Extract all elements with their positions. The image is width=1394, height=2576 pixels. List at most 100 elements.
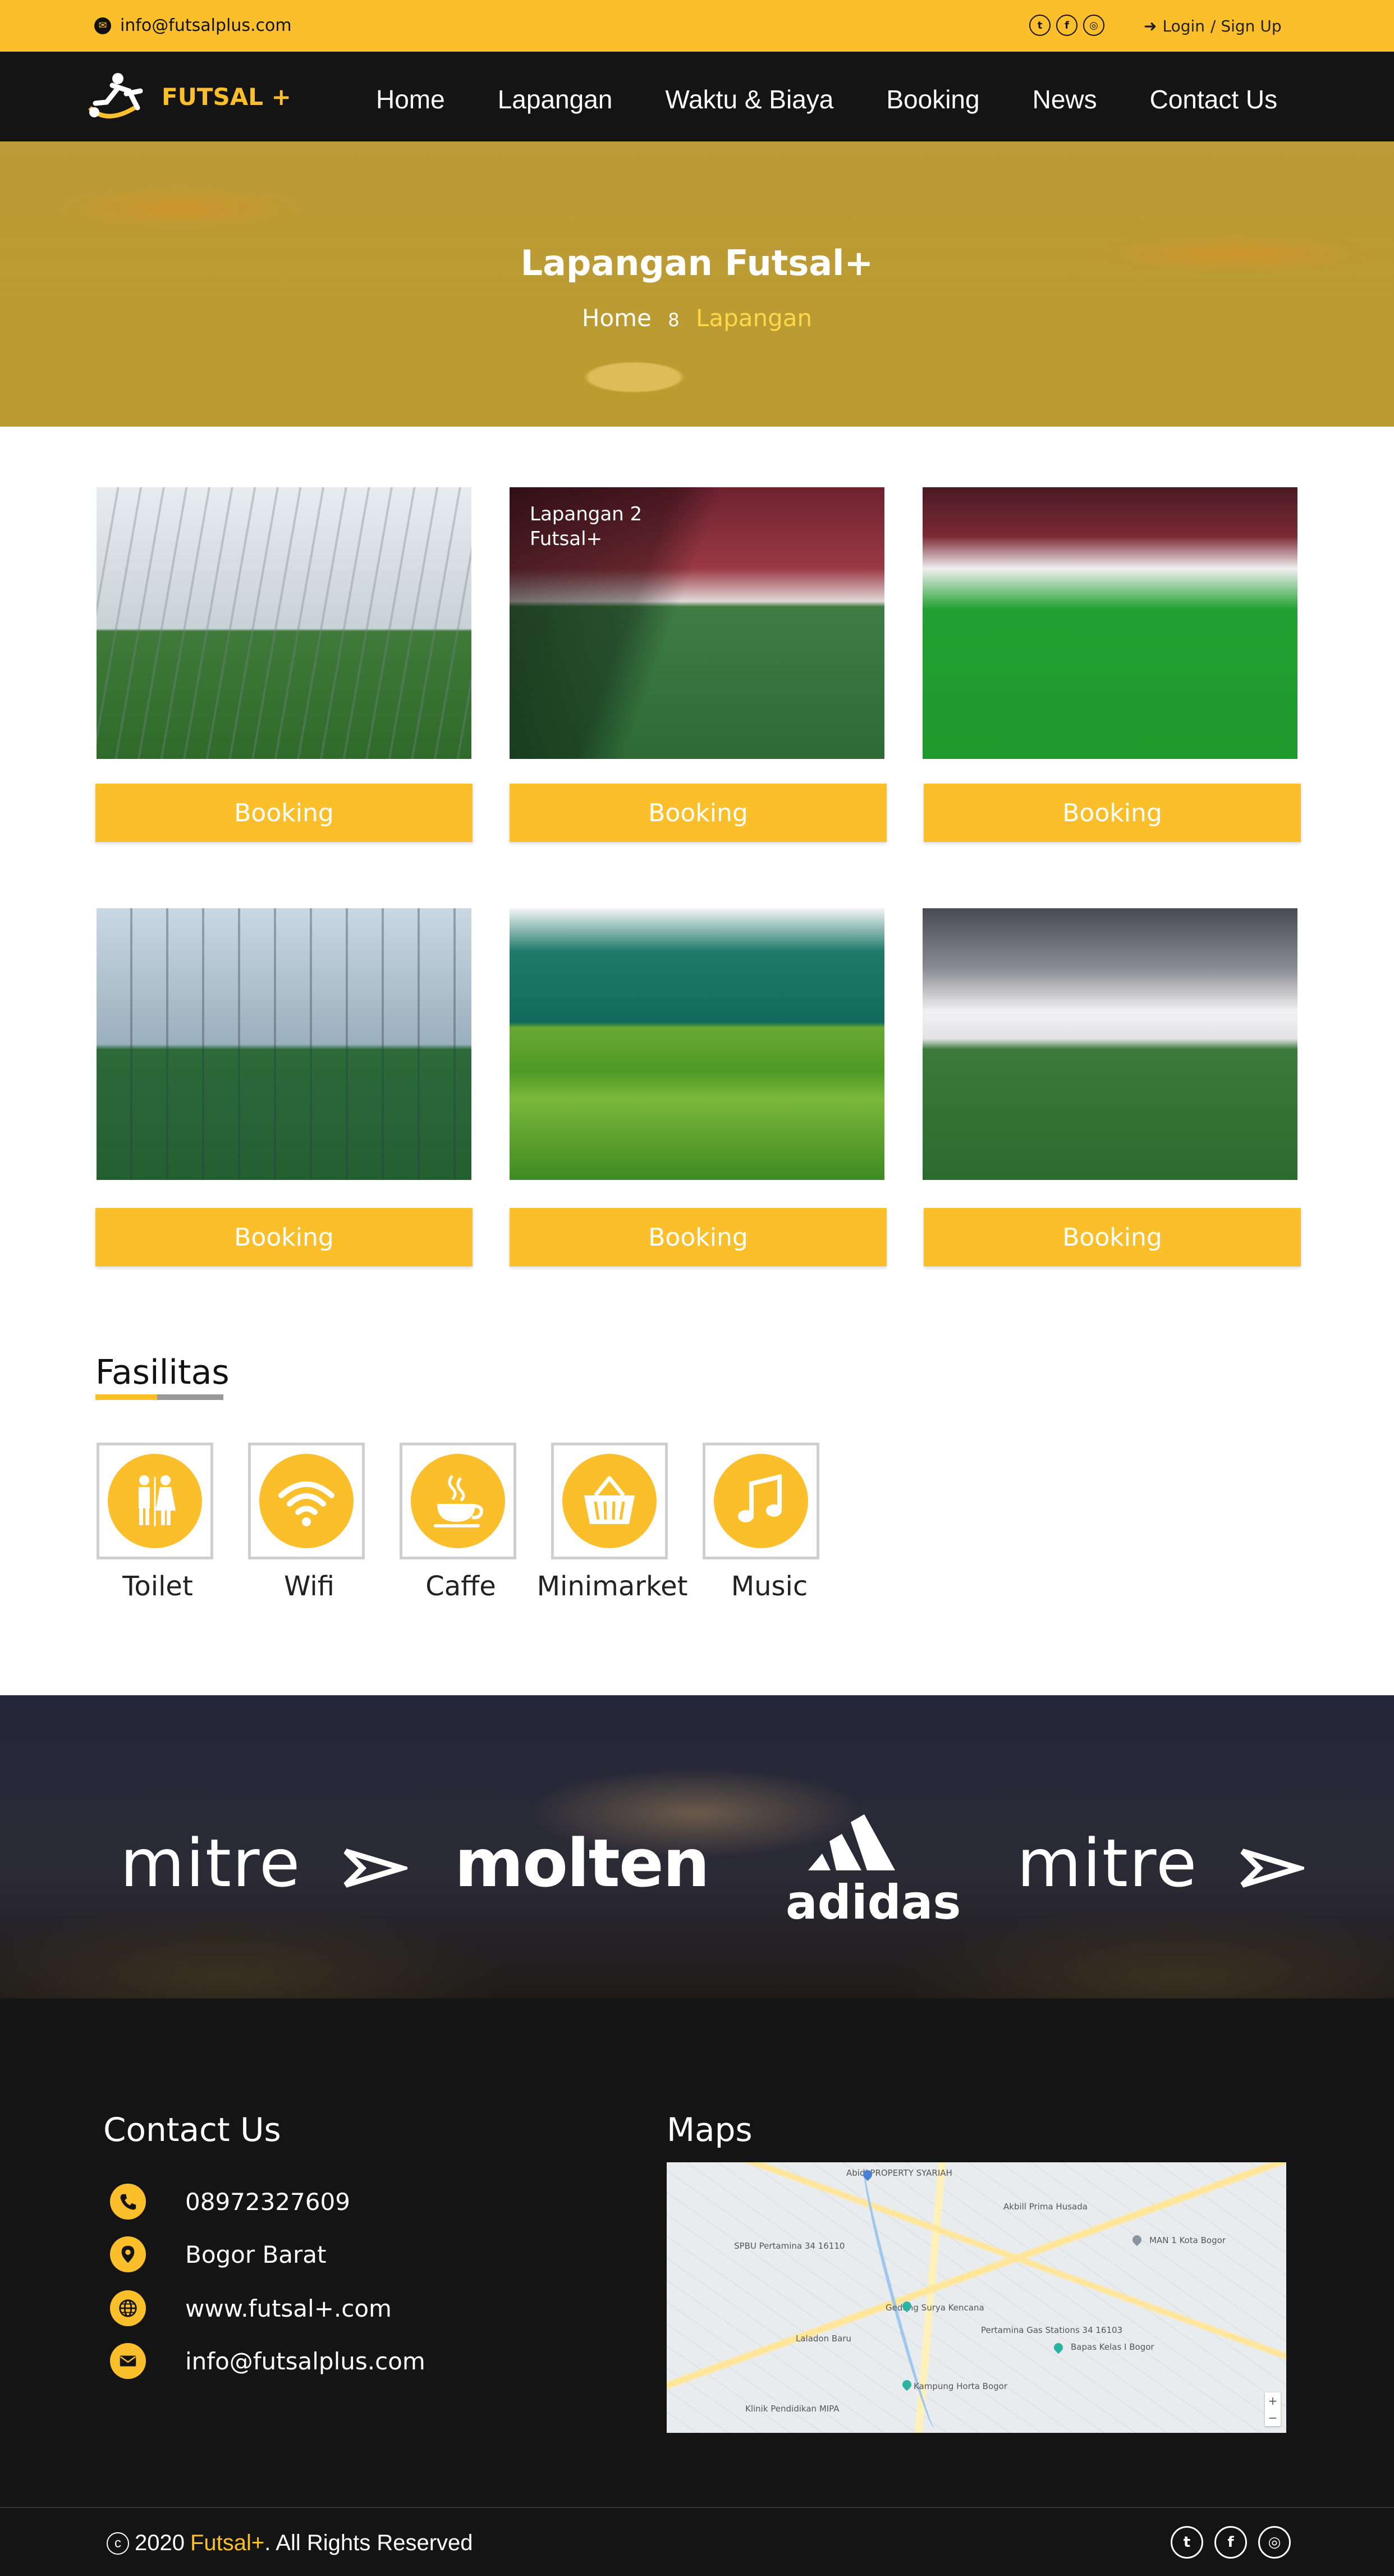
map-label: Akbill Prima Husada [1003, 2202, 1088, 2212]
booking-button[interactable]: Booking [510, 784, 887, 842]
twitter-icon[interactable]: t [1171, 2526, 1203, 2559]
contact-location[interactable]: Bogor Barat [110, 2236, 327, 2272]
facility-label: Wifi [284, 1571, 334, 1602]
coffee-icon [434, 1475, 483, 1527]
contact-email[interactable]: info@futsalplus.com [110, 2343, 425, 2379]
booking-button[interactable]: Booking [510, 1208, 887, 1266]
map-label: MAN 1 Kota Bogor [1149, 2235, 1226, 2245]
facebook-icon[interactable]: f [1056, 15, 1077, 36]
title-underline-accent [95, 1394, 157, 1400]
field-image[interactable]: Lapangan 2 Futsal+ [510, 487, 884, 759]
nav-item-contact[interactable]: Contact Us [1150, 84, 1278, 115]
sponsor-name: mitre [1017, 1824, 1198, 1902]
toilet-icon [139, 1475, 176, 1526]
facility-label: Minimarket [536, 1571, 688, 1602]
mail-icon [110, 2343, 146, 2379]
booking-button[interactable]: Booking [924, 1208, 1301, 1266]
copyright-year: 2020 [135, 2531, 185, 2555]
futsal-logo-icon [88, 73, 143, 118]
booking-button[interactable]: Booking [924, 784, 1301, 842]
footer-maps-title: Maps [667, 2111, 753, 2149]
sponsor-logo-mitre: mitre [1017, 1824, 1309, 1902]
facility-toilet [97, 1443, 213, 1559]
login-icon: ➜ [1144, 17, 1157, 35]
logo[interactable]: FUTSAL + [84, 68, 291, 125]
nav-item-news[interactable]: News [1033, 84, 1097, 115]
mitre-arrow-icon [343, 1848, 412, 1888]
facility-label: Caffe [425, 1571, 496, 1602]
nav-menu: Home Lapangan Waktu & Biaya Booking News… [376, 84, 1277, 115]
top-socials: t f ◎ [1029, 15, 1104, 36]
field-image[interactable] [97, 487, 471, 759]
page-title: Lapangan Futsal+ [520, 242, 874, 283]
wifi-icon [278, 1481, 334, 1526]
phone-icon [110, 2184, 146, 2220]
facility-minimarket [551, 1443, 668, 1559]
contact-text: Bogor Barat [185, 2240, 327, 2268]
title-underline-grey [157, 1394, 223, 1400]
map-embed[interactable]: Abidi PROPERTY SYARIAH Akbill Prima Husa… [667, 2162, 1286, 2433]
sponsor-name: mitre [120, 1824, 301, 1902]
booking-button[interactable]: Booking [95, 1208, 473, 1266]
top-email[interactable]: ✉ info@futsalplus.com [94, 16, 292, 35]
map-pin-icon[interactable] [1130, 2233, 1144, 2246]
map-label: Bapas Kelas I Bogor [1071, 2342, 1154, 2352]
copyright-brand[interactable]: Futsal+ [190, 2531, 264, 2555]
instagram-icon[interactable]: ◎ [1258, 2526, 1291, 2559]
breadcrumb: Home 8 Lapangan [0, 304, 1394, 332]
field-image[interactable] [923, 487, 1297, 759]
map-zoom-control[interactable]: + − [1265, 2392, 1281, 2426]
login-link[interactable]: Login [1162, 17, 1205, 35]
instagram-icon[interactable]: ◎ [1083, 15, 1104, 36]
facility-label: Music [731, 1571, 808, 1602]
map-label: Pertamina Gas Stations 34 16103 [981, 2325, 1123, 2335]
map-pin-icon[interactable] [1052, 2341, 1065, 2354]
facebook-icon[interactable]: f [1214, 2526, 1247, 2559]
signup-link[interactable]: / Sign Up [1210, 17, 1282, 35]
nav-item-booking[interactable]: Booking [886, 84, 979, 115]
facility-caffe [400, 1443, 516, 1559]
footer: Contact Us Maps 08972327609 Bogor Barat … [0, 1998, 1394, 2576]
map-pin-icon[interactable] [900, 2378, 914, 2391]
facility-wifi [248, 1443, 365, 1559]
contact-text: info@futsalplus.com [185, 2347, 425, 2375]
field-image[interactable] [97, 908, 471, 1180]
facilities-title: Fasilitas [95, 1353, 230, 1392]
auth-links: ➜ Login / Sign Up [1144, 17, 1282, 35]
field-caption: Lapangan 2 Futsal+ [530, 503, 643, 550]
sponsor-name: adidas [786, 1875, 961, 1930]
copyright: c 2020 Futsal+. All Rights Reserved [107, 2531, 473, 2556]
field-image[interactable] [510, 908, 884, 1180]
contact-phone[interactable]: 08972327609 [110, 2184, 350, 2220]
globe-icon [110, 2290, 146, 2326]
footer-divider [0, 2507, 1394, 2508]
sponsor-logo-molten: molten [455, 1824, 710, 1902]
booking-button[interactable]: Booking [95, 784, 473, 842]
location-icon [110, 2236, 146, 2272]
map-label: Klinik Pendidikan MIPA [745, 2404, 840, 2414]
logo-text: FUTSAL + [162, 83, 291, 111]
contact-website[interactable]: www.futsal+.com [110, 2290, 392, 2326]
breadcrumb-home[interactable]: Home [582, 304, 652, 332]
twitter-icon[interactable]: t [1029, 15, 1051, 36]
footer-contact-title: Contact Us [103, 2111, 281, 2149]
field-image[interactable] [923, 908, 1297, 1180]
nav-item-waktu-biaya[interactable]: Waktu & Biaya [665, 84, 833, 115]
breadcrumb-separator-icon: 8 [668, 309, 680, 331]
mail-icon: ✉ [94, 17, 111, 34]
main-nav: FUTSAL + Home Lapangan Waktu & Biaya Boo… [0, 52, 1394, 141]
nav-item-lapangan[interactable]: Lapangan [498, 84, 613, 115]
map-label: Gedung Surya Kencana [886, 2303, 984, 2313]
contact-text: www.futsal+.com [185, 2294, 392, 2322]
nav-item-home[interactable]: Home [376, 84, 445, 115]
copyright-icon: c [107, 2532, 129, 2555]
sponsor-logo-adidas: adidas [786, 1814, 961, 1930]
music-icon [738, 1474, 782, 1522]
map-label: Laladon Baru [796, 2334, 852, 2344]
hero-banner: Lapangan Futsal+ Home 8 Lapangan [0, 141, 1394, 427]
contact-text: 08972327609 [185, 2188, 350, 2216]
facility-music [703, 1443, 819, 1559]
facility-label: Toilet [122, 1571, 193, 1602]
map-label: SPBU Pertamina 34 16110 [734, 2241, 845, 2251]
adidas-stripes-icon [808, 1814, 895, 1870]
